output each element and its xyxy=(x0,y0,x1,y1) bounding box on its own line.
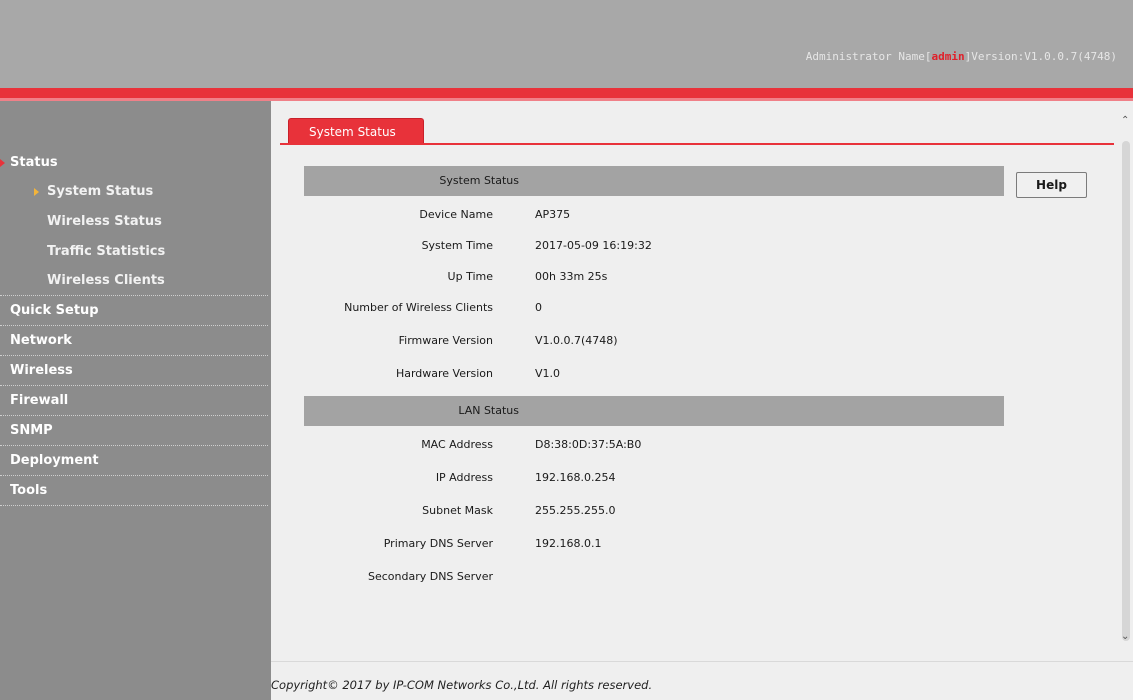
device-name-label: Device Name xyxy=(419,208,493,221)
subnet-mask-value: 255.255.255.0 xyxy=(535,504,616,517)
version-text: ]Version:V1.0.0.7(4748) xyxy=(964,50,1117,63)
ip-address-label: IP Address xyxy=(435,471,493,484)
sidebar-item-label: Quick Setup xyxy=(10,303,99,318)
sidebar-item-network[interactable]: Network xyxy=(0,326,268,356)
caret-right-icon xyxy=(34,188,39,196)
wireless-clients-count-value: 0 xyxy=(535,301,542,314)
tab-underline xyxy=(280,143,1114,145)
sidebar-item-wireless[interactable]: Wireless xyxy=(0,356,268,386)
header-red-stripe xyxy=(0,88,1133,98)
sidebar-item-snmp[interactable]: SNMP xyxy=(0,416,268,446)
system-status-section-header: System Status xyxy=(304,166,1004,196)
copyright-text: Copyright© 2017 by IP-COM Networks Co.,L… xyxy=(271,678,653,692)
section-title: LAN Status xyxy=(458,404,519,417)
admin-version-info: Administrator Name[admin]Version:V1.0.0.… xyxy=(806,50,1117,63)
caret-right-icon xyxy=(0,159,5,167)
sidebar-item-firewall[interactable]: Firewall xyxy=(0,386,268,416)
sidebar-item-label: Deployment xyxy=(10,453,99,468)
scroll-thumb[interactable] xyxy=(1122,141,1130,641)
admin-name: admin xyxy=(931,50,965,63)
lan-status-section-header: LAN Status xyxy=(304,396,1004,426)
main-content: System Status System Status Help Device … xyxy=(271,101,1133,661)
hardware-version-value: V1.0 xyxy=(535,367,561,380)
up-time-label: Up Time xyxy=(447,270,493,283)
sidebar-item-label: SNMP xyxy=(10,423,53,438)
sidebar-item-label: Status xyxy=(10,155,58,170)
firmware-version-label: Firmware Version xyxy=(398,334,493,347)
vertical-scrollbar[interactable]: ⌃ ⌄ xyxy=(1119,101,1133,661)
sidebar-item-label: Firewall xyxy=(10,393,69,408)
section-title: System Status xyxy=(439,174,519,187)
device-name-value: AP375 xyxy=(535,208,571,221)
system-time-label: System Time xyxy=(421,239,493,252)
tab-system-status[interactable]: System Status xyxy=(288,118,424,144)
up-time-value: 00h 33m 25s xyxy=(535,270,608,283)
sidebar-item-label: Traffic Statistics xyxy=(47,244,166,259)
sidebar-item-label: Wireless Clients xyxy=(47,273,165,288)
subnet-mask-label: Subnet Mask xyxy=(422,504,493,517)
secondary-dns-label: Secondary DNS Server xyxy=(367,570,493,583)
sidebar-footer xyxy=(0,661,271,700)
sidebar-item-system-status[interactable]: System Status xyxy=(0,177,268,207)
sidebar-item-traffic-statistics[interactable]: Traffic Statistics xyxy=(0,237,268,267)
system-time-value: 2017-05-09 16:19:32 xyxy=(535,239,652,252)
firmware-version-value: V1.0.0.7(4748) xyxy=(535,334,618,347)
sidebar-item-label: Tools xyxy=(10,483,48,498)
footer: Copyright© 2017 by IP-COM Networks Co.,L… xyxy=(271,661,1133,700)
sidebar-item-wireless-status[interactable]: Wireless Status xyxy=(0,207,268,237)
ip-address-value: 192.168.0.254 xyxy=(535,471,616,484)
sidebar-item-tools[interactable]: Tools xyxy=(0,476,268,506)
primary-dns-label: Primary DNS Server xyxy=(383,537,493,550)
wireless-clients-count-label: Number of Wireless Clients xyxy=(344,301,493,314)
hardware-version-label: Hardware Version xyxy=(395,367,493,380)
sidebar-item-label: System Status xyxy=(47,184,154,199)
admin-prefix: Administrator Name[ xyxy=(805,50,932,63)
mac-address-label: MAC Address xyxy=(421,438,493,451)
sidebar-item-label: Wireless Status xyxy=(47,214,162,229)
scroll-up-icon[interactable]: ⌃ xyxy=(1121,115,1129,126)
top-header: Administrator Name[admin]Version:V1.0.0.… xyxy=(0,0,1133,90)
sidebar-item-label: Wireless xyxy=(10,363,73,378)
mac-address-value: D8:38:0D:37:5A:B0 xyxy=(535,438,642,451)
sidebar-item-deployment[interactable]: Deployment xyxy=(0,446,268,476)
sidebar-item-label: Network xyxy=(10,333,72,348)
help-button[interactable]: Help xyxy=(1016,172,1087,198)
sidebar-item-status[interactable]: Status xyxy=(0,148,268,178)
scroll-down-icon[interactable]: ⌄ xyxy=(1121,631,1129,642)
sidebar-item-wireless-clients[interactable]: Wireless Clients xyxy=(0,266,268,296)
sidebar: Status System Status Wireless Status Tra… xyxy=(0,101,271,700)
primary-dns-value: 192.168.0.1 xyxy=(535,537,602,550)
sidebar-item-quick-setup[interactable]: Quick Setup xyxy=(0,296,268,326)
